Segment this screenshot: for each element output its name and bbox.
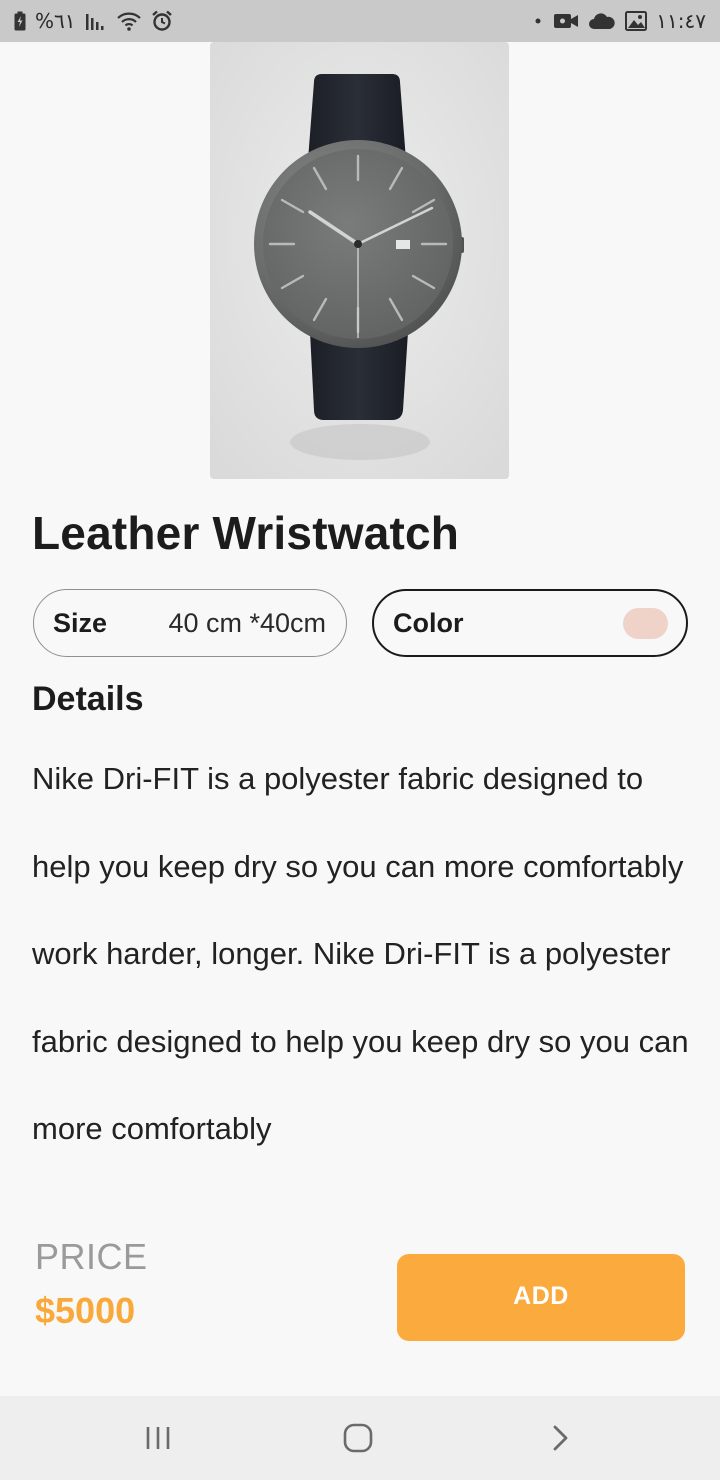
battery-percent: %٦١: [35, 9, 76, 33]
product-title: Leather Wristwatch: [32, 507, 460, 559]
size-label: Size: [53, 607, 108, 638]
details-text: Nike Dri-FIT is a polyester fabric desig…: [32, 761, 689, 1146]
add-button[interactable]: ADD: [397, 1254, 685, 1341]
size-chip[interactable]: Size 40 cm *40cm: [33, 589, 347, 657]
home-icon[interactable]: [336, 1418, 380, 1458]
battery-charging-icon: [14, 11, 26, 31]
product-image: [210, 42, 509, 479]
signal-icon: [85, 12, 107, 30]
size-value: 40 cm *40cm: [168, 607, 326, 638]
color-swatch[interactable]: [623, 607, 668, 639]
image-icon: [625, 11, 648, 31]
status-bar-right: ١١:٤٧: [532, 9, 706, 33]
recent-apps-icon[interactable]: [136, 1418, 180, 1458]
color-chip[interactable]: Color: [372, 589, 688, 657]
wifi-icon: [116, 11, 142, 31]
cloud-icon: [588, 12, 616, 30]
price-value: $5000: [35, 1290, 136, 1331]
status-bar-left: %٦١: [14, 9, 173, 33]
notification-dot-icon: [532, 16, 544, 26]
color-label: Color: [393, 607, 464, 638]
back-icon[interactable]: [538, 1418, 582, 1458]
video-icon: [553, 12, 579, 30]
status-bar: %٦١ ١١:٤٧: [0, 0, 720, 42]
navigation-bar: [0, 1396, 720, 1480]
status-time: ١١:٤٧: [656, 9, 706, 33]
price-label: PRICE: [35, 1236, 148, 1277]
details-heading: Details: [32, 680, 144, 718]
wristwatch-image: [210, 42, 509, 479]
alarm-icon: [151, 10, 173, 32]
